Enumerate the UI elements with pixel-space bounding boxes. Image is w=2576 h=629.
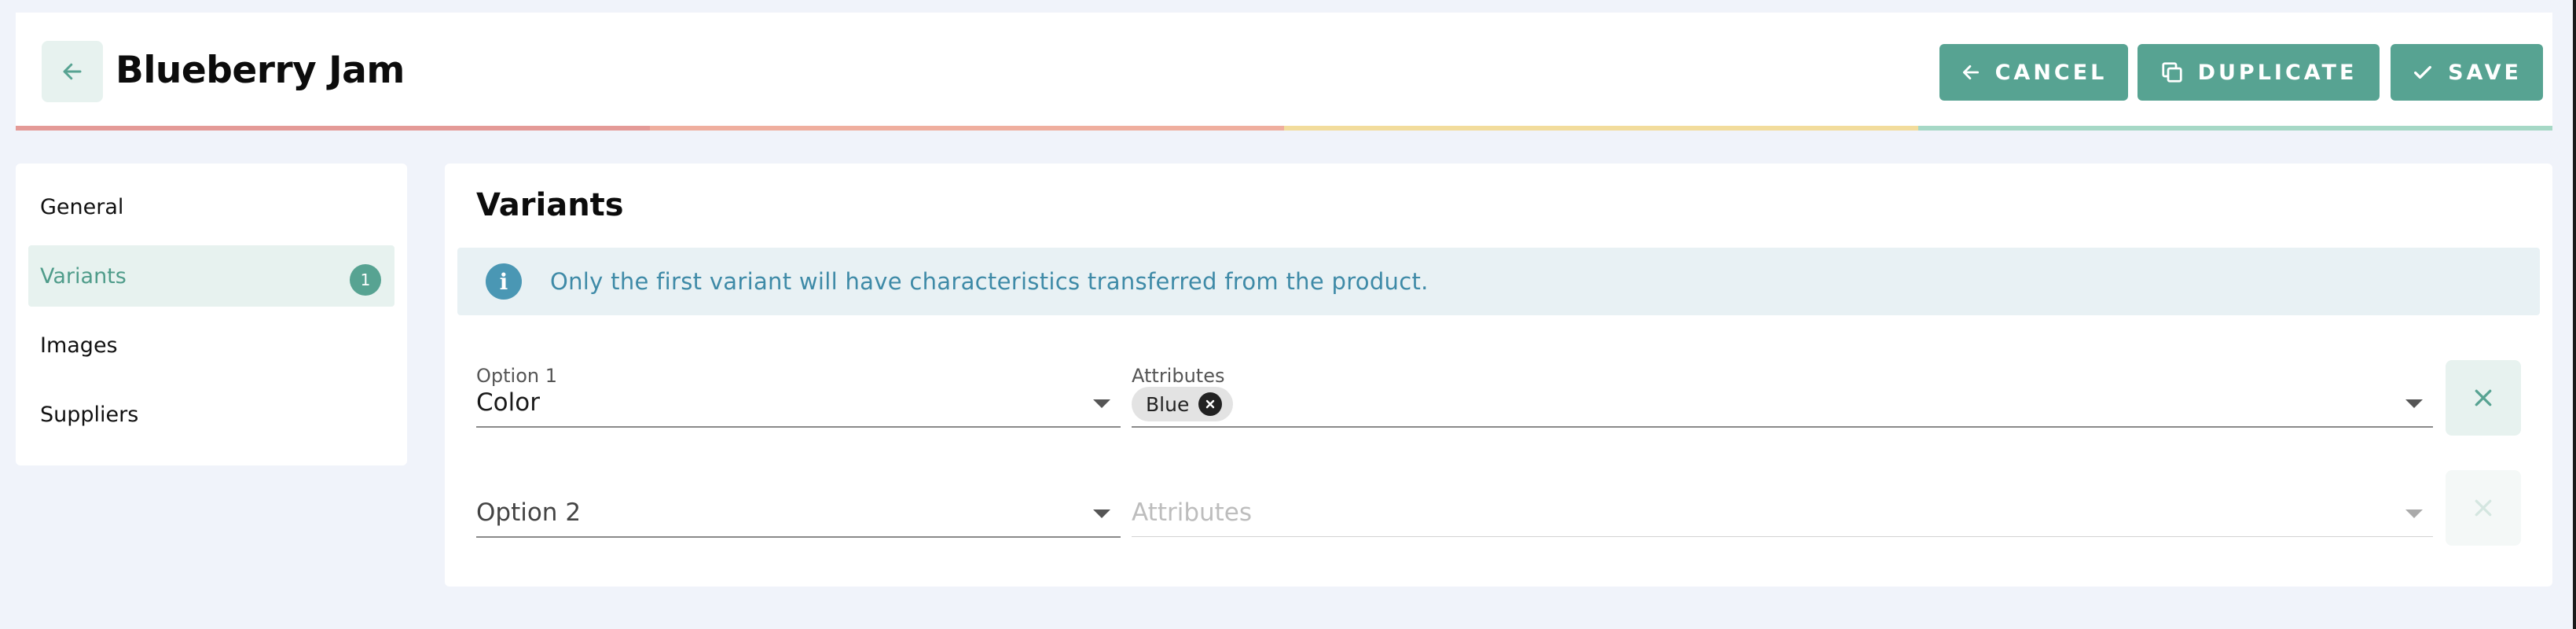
page-title: Blueberry Jam xyxy=(116,49,405,92)
option-1-label: Option 1 xyxy=(476,365,557,387)
completion-progress-bar xyxy=(16,126,2552,131)
field-underline xyxy=(476,536,1121,538)
sidebar-item-label: Variants xyxy=(40,263,127,289)
progress-segment xyxy=(16,126,650,131)
sidebar-item-suppliers[interactable]: Suppliers xyxy=(28,384,394,445)
option-1-select[interactable]: Option 1 Color xyxy=(476,362,1121,429)
chevron-down-icon xyxy=(1093,509,1110,518)
attributes-2-placeholder: Attributes xyxy=(1132,498,1253,527)
save-button[interactable]: SAVE xyxy=(2391,44,2543,101)
attributes-2-select[interactable]: Attributes xyxy=(1132,472,2433,539)
attribute-chip: Blue xyxy=(1132,387,1234,421)
sidebar-item-label: General xyxy=(40,194,124,219)
remove-variant-button[interactable] xyxy=(2446,360,2521,436)
option-1-value: Color xyxy=(476,388,540,417)
remove-variant-button[interactable] xyxy=(2446,470,2521,546)
duplicate-button-label: DUPLICATE xyxy=(2197,60,2358,85)
chevron-down-icon xyxy=(1093,399,1110,408)
info-banner: i Only the first variant will have chara… xyxy=(457,248,2540,315)
sidebar-item-general[interactable]: General xyxy=(28,176,394,237)
window-edge xyxy=(2573,0,2576,629)
chevron-down-icon xyxy=(2405,509,2423,518)
sidebar-item-label: Suppliers xyxy=(40,402,139,427)
arrow-left-icon xyxy=(63,63,82,80)
progress-segment xyxy=(650,126,1284,131)
progress-segment xyxy=(1918,126,2552,131)
count-badge: 1 xyxy=(350,264,381,296)
info-text: Only the first variant will have charact… xyxy=(550,268,1429,295)
check-icon xyxy=(2414,65,2432,79)
sidebar-item-variants[interactable]: Variants 1 xyxy=(28,245,394,307)
save-button-label: SAVE xyxy=(2448,60,2522,85)
cancel-button-label: CANCEL xyxy=(1994,60,2108,85)
close-icon xyxy=(2475,499,2492,517)
section-title: Variants xyxy=(476,187,624,223)
sidebar-item-label: Images xyxy=(40,333,118,358)
sidebar-nav: General Variants 1 Images Suppliers xyxy=(16,164,407,465)
close-icon xyxy=(2475,389,2492,406)
back-button[interactable] xyxy=(42,41,103,102)
arrow-left-icon xyxy=(1962,65,1979,79)
chevron-down-icon xyxy=(2405,399,2423,408)
info-icon: i xyxy=(486,263,522,300)
attributes-1-select[interactable]: Attributes Blue xyxy=(1132,362,2433,429)
cancel-button[interactable]: CANCEL xyxy=(1939,44,2128,101)
variants-panel: Variants i Only the first variant will h… xyxy=(445,164,2552,587)
field-underline xyxy=(1132,536,2433,537)
copy-icon xyxy=(2161,62,2182,83)
chip-label: Blue xyxy=(1146,392,1190,416)
field-underline xyxy=(1132,426,2433,428)
field-underline xyxy=(476,426,1121,428)
option-2-placeholder: Option 2 xyxy=(476,498,582,527)
page-header: Blueberry Jam CANCEL DUPLICATE SAVE xyxy=(16,13,2552,131)
option-2-select[interactable]: Option 2 xyxy=(476,472,1121,539)
duplicate-button[interactable]: DUPLICATE xyxy=(2137,44,2380,101)
sidebar-item-images[interactable]: Images xyxy=(28,314,394,376)
chip-remove-icon[interactable] xyxy=(1198,392,1223,416)
progress-segment xyxy=(1284,126,1918,131)
attributes-1-label: Attributes xyxy=(1132,365,1225,387)
